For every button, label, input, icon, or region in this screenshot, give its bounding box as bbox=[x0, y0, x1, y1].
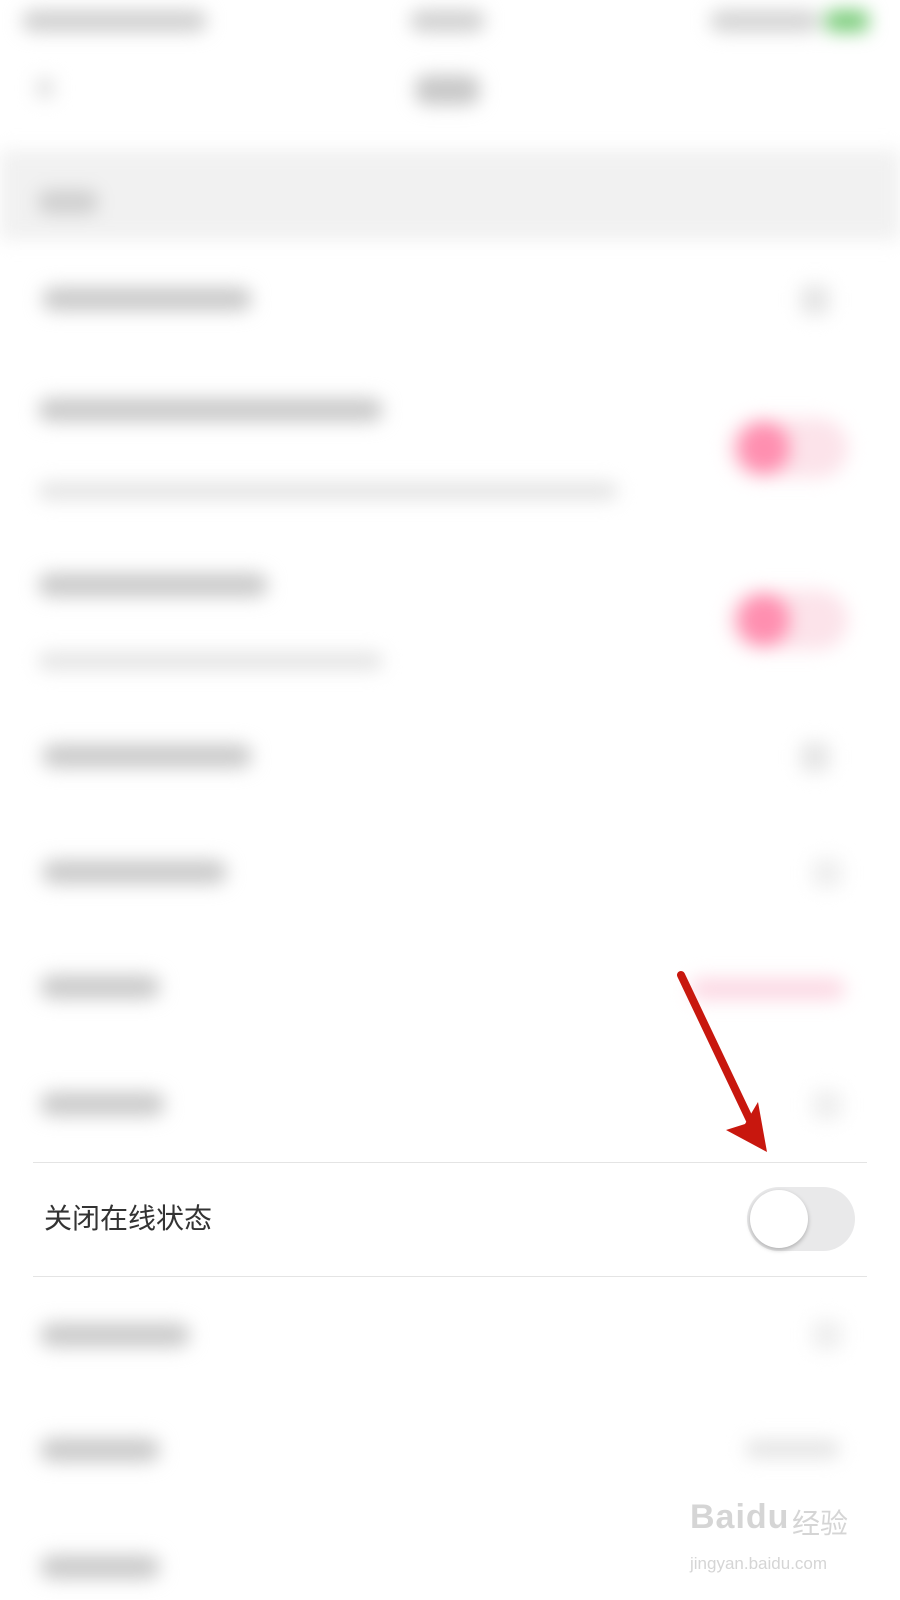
chevron-right-icon bbox=[812, 1320, 842, 1350]
status-bar-time bbox=[410, 10, 485, 32]
chevron-right-icon bbox=[800, 285, 830, 315]
blurred-row-8-label bbox=[40, 1323, 190, 1347]
blurred-row-2-subtitle bbox=[38, 482, 618, 500]
blurred-row-4-label bbox=[42, 744, 252, 768]
baidu-jingyan-watermark: Baidu 经验 jingyan.baidu.com bbox=[690, 1498, 860, 1583]
blurred-row-9-value bbox=[745, 1440, 840, 1458]
chevron-right-icon bbox=[800, 742, 830, 772]
divider bbox=[33, 1276, 867, 1277]
status-bar bbox=[0, 0, 900, 60]
blurred-row-6-value bbox=[690, 978, 845, 1000]
watermark-cn: 经验 bbox=[792, 1507, 849, 1540]
blurred-row-3-label bbox=[38, 573, 268, 597]
status-bar-indicators bbox=[710, 10, 820, 32]
battery-icon bbox=[825, 10, 869, 32]
settings-row-hide-online-status[interactable]: 关闭在线状态 bbox=[0, 1163, 900, 1275]
blurred-row-3-subtitle bbox=[38, 652, 383, 670]
blurred-toggle-on bbox=[728, 590, 848, 650]
watermark-url: jingyan.baidu.com bbox=[690, 1554, 828, 1573]
back-icon bbox=[36, 78, 54, 98]
blurred-row-1-label bbox=[42, 287, 252, 311]
blurred-row-5-label bbox=[42, 860, 227, 884]
blurred-row-9-label bbox=[40, 1438, 160, 1462]
toggle-thumb[interactable] bbox=[750, 1190, 808, 1248]
online-status-toggle[interactable] bbox=[747, 1187, 855, 1251]
blurred-toggle-on bbox=[728, 418, 848, 478]
section-header bbox=[0, 150, 900, 240]
blurred-row-7-label bbox=[40, 1092, 165, 1116]
blurred-row-6-label bbox=[40, 975, 160, 999]
blurred-row-10-label bbox=[40, 1555, 160, 1579]
nav-title bbox=[415, 75, 480, 105]
blurred-row-2-label bbox=[38, 398, 383, 422]
chevron-right-icon bbox=[812, 858, 842, 888]
status-bar-carrier bbox=[22, 10, 207, 32]
blurred-settings-background bbox=[0, 0, 900, 1600]
section-header-label bbox=[38, 190, 98, 214]
chevron-right-icon bbox=[812, 1090, 842, 1120]
watermark-brand: Baidu bbox=[690, 1498, 790, 1536]
settings-row-label: 关闭在线状态 bbox=[44, 1202, 213, 1235]
